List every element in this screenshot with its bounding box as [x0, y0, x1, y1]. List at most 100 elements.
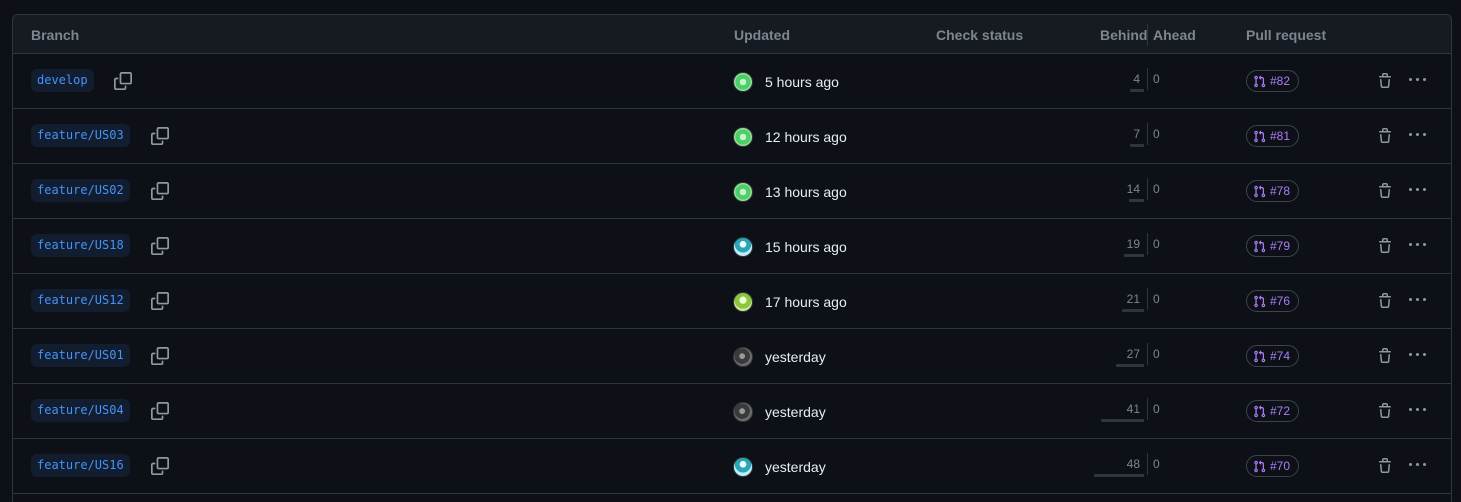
- copy-icon[interactable]: [151, 457, 169, 475]
- branch-name-link[interactable]: feature/US02: [31, 179, 130, 202]
- behind-bar: [1122, 309, 1144, 312]
- behind-count: 14: [1088, 182, 1144, 202]
- branch-name-link[interactable]: feature/US16: [31, 454, 130, 477]
- behind-count-value: 41: [1126, 402, 1140, 416]
- trash-icon[interactable]: [1377, 402, 1393, 420]
- behind-count: 41: [1088, 402, 1144, 422]
- pull-request-link[interactable]: #76: [1246, 290, 1300, 312]
- kebab-horizontal-icon[interactable]: [1406, 182, 1430, 198]
- branch-name-link[interactable]: feature/US12: [31, 289, 130, 312]
- pull-request-link[interactable]: #81: [1246, 125, 1300, 147]
- column-header-updated: Updated: [734, 27, 790, 43]
- author-avatar[interactable]: [733, 292, 753, 312]
- behind-ahead-divider: [1147, 178, 1148, 200]
- trash-icon[interactable]: [1377, 72, 1393, 90]
- author-avatar[interactable]: [733, 182, 753, 202]
- updated-time: 12 hours ago: [765, 129, 847, 145]
- copy-icon[interactable]: [151, 127, 169, 145]
- trash-icon[interactable]: [1377, 127, 1393, 145]
- updated-time: 13 hours ago: [765, 184, 847, 200]
- branch-name-link[interactable]: feature/US18: [31, 234, 130, 257]
- pull-request-number: #76: [1270, 294, 1291, 308]
- updated-time: yesterday: [765, 404, 826, 420]
- behind-bar: [1129, 199, 1144, 202]
- behind-bar: [1094, 474, 1144, 477]
- table-row: feature/US16 yesterday 48 0 #70: [13, 439, 1451, 494]
- column-header-pull-request: Pull request: [1246, 27, 1327, 43]
- pull-request-link[interactable]: #78: [1246, 180, 1300, 202]
- behind-count-value: 48: [1126, 457, 1140, 471]
- copy-icon[interactable]: [151, 182, 169, 200]
- copy-icon[interactable]: [151, 402, 169, 420]
- updated-time: 5 hours ago: [765, 74, 839, 90]
- trash-icon[interactable]: [1377, 457, 1393, 475]
- column-header-branch: Branch: [31, 27, 80, 43]
- pull-request-number: #82: [1270, 74, 1291, 88]
- updated-time: yesterday: [765, 459, 826, 475]
- pull-request-link[interactable]: #70: [1246, 455, 1300, 477]
- pull-request-number: #72: [1270, 404, 1291, 418]
- behind-count: 27: [1088, 347, 1144, 367]
- branch-name-link[interactable]: feature/US03: [31, 124, 130, 147]
- ahead-count-value: 0: [1153, 72, 1160, 86]
- behind-count: 7: [1088, 127, 1144, 147]
- ahead-count-value: 0: [1153, 457, 1160, 471]
- author-avatar[interactable]: [733, 72, 753, 92]
- trash-icon[interactable]: [1377, 347, 1393, 365]
- kebab-horizontal-icon[interactable]: [1406, 402, 1430, 418]
- git-pull-request-icon: [1254, 459, 1266, 472]
- branch-name-link[interactable]: feature/US04: [31, 399, 130, 422]
- updated-time: 17 hours ago: [765, 294, 847, 310]
- trash-icon[interactable]: [1377, 182, 1393, 200]
- behind-bar: [1116, 364, 1144, 367]
- behind-ahead-divider: [1147, 233, 1148, 255]
- copy-icon[interactable]: [151, 237, 169, 255]
- behind-count-value: 7: [1133, 127, 1140, 141]
- git-pull-request-icon: [1254, 404, 1266, 417]
- table-row: develop 5 hours ago 4 0 #82: [13, 54, 1451, 109]
- updated-time: yesterday: [765, 349, 826, 365]
- author-avatar[interactable]: [733, 127, 753, 147]
- ahead-count-value: 0: [1153, 292, 1160, 306]
- behind-ahead-divider: [1147, 398, 1148, 420]
- author-avatar[interactable]: [733, 402, 753, 422]
- author-avatar[interactable]: [733, 347, 753, 367]
- pull-request-number: #81: [1270, 129, 1291, 143]
- copy-icon[interactable]: [151, 292, 169, 310]
- kebab-horizontal-icon[interactable]: [1406, 127, 1430, 143]
- column-header-ahead: Ahead: [1153, 27, 1196, 43]
- git-pull-request-icon: [1254, 74, 1266, 87]
- pull-request-link[interactable]: #79: [1246, 235, 1300, 257]
- pull-request-number: #78: [1270, 184, 1291, 198]
- table-row: feature/US18 15 hours ago 19 0 #79: [13, 219, 1451, 274]
- branches-table: Branch Updated Check status Behind Ahead…: [12, 14, 1452, 502]
- ahead-count-value: 0: [1153, 127, 1160, 141]
- pull-request-link[interactable]: #72: [1246, 400, 1300, 422]
- behind-count-value: 27: [1126, 347, 1140, 361]
- copy-icon[interactable]: [151, 347, 169, 365]
- branch-name-link[interactable]: develop: [31, 69, 94, 92]
- behind-ahead-divider: [1147, 68, 1148, 90]
- kebab-horizontal-icon[interactable]: [1406, 347, 1430, 363]
- kebab-horizontal-icon[interactable]: [1406, 237, 1430, 253]
- behind-ahead-divider: [1147, 343, 1148, 365]
- table-row: feature/US03 12 hours ago 7 0 #81: [13, 109, 1451, 164]
- behind-ahead-divider: [1147, 123, 1148, 145]
- copy-icon[interactable]: [114, 72, 132, 90]
- branch-name-link[interactable]: feature/US01: [31, 344, 130, 367]
- author-avatar[interactable]: [733, 457, 753, 477]
- pull-request-number: #70: [1270, 459, 1291, 473]
- pull-request-link[interactable]: #74: [1246, 345, 1300, 367]
- pull-request-link[interactable]: #82: [1246, 70, 1300, 92]
- trash-icon[interactable]: [1377, 292, 1393, 310]
- table-header: Branch Updated Check status Behind Ahead…: [13, 15, 1451, 54]
- pull-request-number: #74: [1270, 349, 1291, 363]
- trash-icon[interactable]: [1377, 237, 1393, 255]
- kebab-horizontal-icon[interactable]: [1406, 72, 1430, 88]
- ahead-count-value: 0: [1153, 402, 1160, 416]
- author-avatar[interactable]: [733, 237, 753, 257]
- kebab-horizontal-icon[interactable]: [1406, 292, 1430, 308]
- behind-count-value: 4: [1133, 72, 1140, 86]
- kebab-horizontal-icon[interactable]: [1406, 457, 1430, 473]
- behind-count: 4: [1088, 72, 1144, 92]
